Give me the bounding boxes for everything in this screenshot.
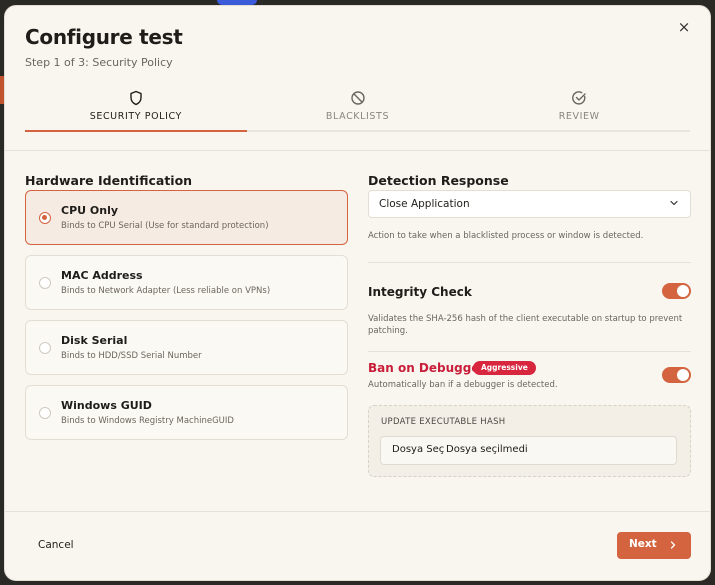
tab-review[interactable]: REVIEW	[468, 88, 691, 132]
update-hash-box: UPDATE EXECUTABLE HASH Dosya Seç Dosya s…	[368, 405, 691, 477]
file-status: Dosya seçilmedi	[446, 444, 528, 455]
option-description: Binds to HDD/SSD Serial Number	[61, 351, 202, 361]
step-tabs: SECURITY POLICY BLACKLISTS REVIEW	[25, 88, 691, 132]
option-title: Windows GUID	[61, 399, 152, 412]
ban-on-debugger-title: Ban on Debugger	[368, 361, 486, 375]
aggressive-badge: Aggressive	[473, 361, 536, 375]
option-title: MAC Address	[61, 269, 143, 282]
header-divider	[5, 150, 710, 151]
tab-underline	[25, 130, 247, 132]
integrity-help-text: Validates the SHA-256 hash of the client…	[368, 314, 683, 337]
upload-title: UPDATE EXECUTABLE HASH	[381, 417, 506, 427]
modal-title: Configure test	[25, 25, 183, 49]
hw-option-mac-address[interactable]: MAC Address Binds to Network Adapter (Le…	[25, 255, 348, 310]
hw-option-disk-serial[interactable]: Disk Serial Binds to HDD/SSD Serial Numb…	[25, 320, 348, 375]
debugger-help-text: Automatically ban if a debugger is detec…	[368, 380, 558, 390]
chevron-right-icon	[670, 541, 676, 549]
option-title: Disk Serial	[61, 334, 128, 347]
select-value: Close Application	[379, 198, 470, 210]
hw-option-cpu-only[interactable]: CPU Only Binds to CPU Serial (Use for st…	[25, 190, 348, 245]
footer-divider	[5, 511, 710, 512]
hardware-identification-label: Hardware Identification	[25, 173, 193, 188]
detection-help-text: Action to take when a blacklisted proces…	[368, 231, 644, 241]
next-button[interactable]: Next	[617, 532, 691, 559]
tab-security-policy[interactable]: SECURITY POLICY	[25, 88, 247, 132]
tab-label: SECURITY POLICY	[89, 111, 182, 122]
chevron-down-icon	[670, 200, 678, 206]
configure-modal: × Configure test Step 1 of 3: Security P…	[4, 5, 711, 581]
next-label: Next	[629, 538, 657, 550]
choose-file-button[interactable]: Dosya Seç	[392, 444, 444, 455]
tab-blacklists[interactable]: BLACKLISTS	[246, 88, 469, 132]
shield-icon	[130, 90, 142, 106]
file-input[interactable]: Dosya Seç Dosya seçilmedi	[380, 436, 677, 465]
option-description: Binds to Network Adapter (Less reliable …	[61, 286, 271, 296]
radio-button[interactable]	[39, 212, 51, 224]
option-description: Binds to CPU Serial (Use for standard pr…	[61, 221, 269, 231]
option-description: Binds to Windows Registry MachineGUID	[61, 416, 234, 426]
radio-button[interactable]	[39, 342, 51, 354]
hw-option-windows-guid[interactable]: Windows GUID Binds to Windows Registry M…	[25, 385, 348, 440]
ban-icon	[350, 91, 365, 105]
divider	[368, 262, 691, 263]
tab-underline	[246, 130, 469, 132]
tab-label: BLACKLISTS	[325, 111, 390, 122]
close-icon[interactable]: ×	[674, 17, 694, 37]
radio-button[interactable]	[39, 277, 51, 289]
option-title: CPU Only	[61, 204, 119, 217]
tab-underline	[468, 130, 691, 132]
divider	[368, 351, 691, 352]
cancel-button[interactable]: Cancel	[38, 539, 74, 551]
modal-subtitle: Step 1 of 3: Security Policy	[25, 56, 173, 69]
integrity-check-toggle[interactable]	[662, 283, 691, 299]
integrity-check-title: Integrity Check	[368, 285, 472, 299]
tab-label: REVIEW	[558, 111, 600, 122]
detection-response-select[interactable]: Close Application	[368, 190, 691, 218]
radio-button[interactable]	[39, 407, 51, 419]
detection-response-label: Detection Response	[368, 173, 509, 188]
check-circle-icon	[572, 91, 586, 105]
